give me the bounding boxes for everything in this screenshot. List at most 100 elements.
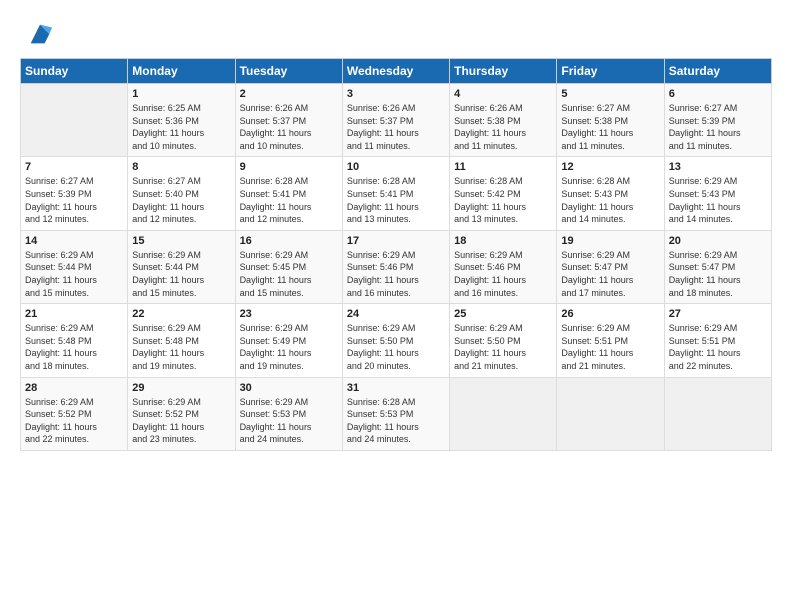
day-number: 3 — [347, 88, 445, 100]
day-info: Sunrise: 6:29 AM Sunset: 5:50 PM Dayligh… — [454, 322, 552, 372]
calendar-cell: 13 Sunrise: 6:29 AM Sunset: 5:43 PM Dayli… — [664, 157, 771, 230]
day-info: Sunrise: 6:26 AM Sunset: 5:37 PM Dayligh… — [347, 102, 445, 152]
calendar-cell: 11Sunrise: 6:28 AM Sunset: 5:42 PM Dayli… — [450, 157, 557, 230]
calendar-cell: 16 Sunrise: 6:29 AM Sunset: 5:45 PM Dayli… — [235, 230, 342, 303]
day-info: Sunrise: 6:29 AM Sunset: 5:49 PM Dayligh… — [240, 322, 338, 372]
day-number: 18 — [454, 235, 552, 247]
day-info: Sunrise: 6:29 AM Sunset: 5:52 PM Dayligh… — [132, 396, 230, 446]
header-row: SundayMondayTuesdayWednesdayThursdayFrid… — [21, 59, 772, 84]
calendar-cell: 5 Sunrise: 6:27 AM Sunset: 5:38 PM Daylig… — [557, 84, 664, 157]
header-day: Monday — [128, 59, 235, 84]
day-info: Sunrise: 6:28 AM Sunset: 5:41 PM Dayligh… — [347, 175, 445, 225]
day-info: Sunrise: 6:27 AM Sunset: 5:39 PM Dayligh… — [25, 175, 123, 225]
calendar-cell: 18Sunrise: 6:29 AM Sunset: 5:46 PM Dayli… — [450, 230, 557, 303]
day-number: 11 — [454, 161, 552, 173]
calendar-cell: 31Sunrise: 6:28 AM Sunset: 5:53 PM Dayli… — [342, 377, 449, 450]
day-info: Sunrise: 6:27 AM Sunset: 5:39 PM Dayligh… — [669, 102, 767, 152]
day-number: 20 — [669, 235, 767, 247]
day-number: 4 — [454, 88, 552, 100]
day-number: 29 — [132, 382, 230, 394]
day-number: 21 — [25, 308, 123, 320]
day-info: Sunrise: 6:27 AM Sunset: 5:38 PM Dayligh… — [561, 102, 659, 152]
week-row: 1Sunrise: 6:25 AM Sunset: 5:36 PM Daylig… — [21, 84, 772, 157]
calendar-cell — [450, 377, 557, 450]
day-number: 19 — [561, 235, 659, 247]
calendar-cell: 21 Sunrise: 6:29 AM Sunset: 5:48 PM Dayli… — [21, 304, 128, 377]
week-row: 7 Sunrise: 6:27 AM Sunset: 5:39 PM Daylig… — [21, 157, 772, 230]
day-info: Sunrise: 6:26 AM Sunset: 5:37 PM Dayligh… — [240, 102, 338, 152]
week-row: 21 Sunrise: 6:29 AM Sunset: 5:48 PM Dayli… — [21, 304, 772, 377]
day-number: 24 — [347, 308, 445, 320]
calendar-cell: 22 Sunrise: 6:29 AM Sunset: 5:48 PM Dayli… — [128, 304, 235, 377]
calendar-cell: 26 Sunrise: 6:29 AM Sunset: 5:51 PM Dayli… — [557, 304, 664, 377]
day-number: 31 — [347, 382, 445, 394]
day-number: 27 — [669, 308, 767, 320]
calendar-cell: 17 Sunrise: 6:29 AM Sunset: 5:46 PM Dayli… — [342, 230, 449, 303]
day-info: Sunrise: 6:28 AM Sunset: 5:41 PM Dayligh… — [240, 175, 338, 225]
calendar-cell: 15Sunrise: 6:29 AM Sunset: 5:44 PM Dayli… — [128, 230, 235, 303]
day-info: Sunrise: 6:29 AM Sunset: 5:46 PM Dayligh… — [347, 249, 445, 299]
header-day: Friday — [557, 59, 664, 84]
page: SundayMondayTuesdayWednesdayThursdayFrid… — [0, 0, 792, 612]
calendar-cell: 12Sunrise: 6:28 AM Sunset: 5:43 PM Dayli… — [557, 157, 664, 230]
header-day: Thursday — [450, 59, 557, 84]
calendar-cell: 28 Sunrise: 6:29 AM Sunset: 5:52 PM Dayli… — [21, 377, 128, 450]
calendar-cell: 10 Sunrise: 6:28 AM Sunset: 5:41 PM Dayli… — [342, 157, 449, 230]
header-day: Saturday — [664, 59, 771, 84]
calendar-cell: 4 Sunrise: 6:26 AM Sunset: 5:38 PM Daylig… — [450, 84, 557, 157]
day-info: Sunrise: 6:29 AM Sunset: 5:44 PM Dayligh… — [25, 249, 123, 299]
calendar-cell: 3 Sunrise: 6:26 AM Sunset: 5:37 PM Daylig… — [342, 84, 449, 157]
day-number: 7 — [25, 161, 123, 173]
calendar-cell: 1Sunrise: 6:25 AM Sunset: 5:36 PM Daylig… — [128, 84, 235, 157]
day-info: Sunrise: 6:29 AM Sunset: 5:43 PM Dayligh… — [669, 175, 767, 225]
calendar-cell: 14Sunrise: 6:29 AM Sunset: 5:44 PM Dayli… — [21, 230, 128, 303]
day-info: Sunrise: 6:29 AM Sunset: 5:45 PM Dayligh… — [240, 249, 338, 299]
calendar-table: SundayMondayTuesdayWednesdayThursdayFrid… — [20, 58, 772, 451]
day-info: Sunrise: 6:29 AM Sunset: 5:47 PM Dayligh… — [669, 249, 767, 299]
calendar-cell: 20 Sunrise: 6:29 AM Sunset: 5:47 PM Dayli… — [664, 230, 771, 303]
header-day: Sunday — [21, 59, 128, 84]
calendar-cell — [21, 84, 128, 157]
header — [20, 20, 772, 48]
day-info: Sunrise: 6:27 AM Sunset: 5:40 PM Dayligh… — [132, 175, 230, 225]
day-number: 26 — [561, 308, 659, 320]
day-number: 2 — [240, 88, 338, 100]
day-number: 10 — [347, 161, 445, 173]
day-number: 22 — [132, 308, 230, 320]
day-info: Sunrise: 6:29 AM Sunset: 5:51 PM Dayligh… — [561, 322, 659, 372]
calendar-cell: 30 Sunrise: 6:29 AM Sunset: 5:53 PM Dayli… — [235, 377, 342, 450]
day-number: 17 — [347, 235, 445, 247]
day-info: Sunrise: 6:29 AM Sunset: 5:52 PM Dayligh… — [25, 396, 123, 446]
calendar-cell: 8Sunrise: 6:27 AM Sunset: 5:40 PM Daylig… — [128, 157, 235, 230]
logo — [20, 20, 54, 48]
day-number: 15 — [132, 235, 230, 247]
calendar-cell: 6Sunrise: 6:27 AM Sunset: 5:39 PM Daylig… — [664, 84, 771, 157]
day-number: 16 — [240, 235, 338, 247]
day-number: 25 — [454, 308, 552, 320]
calendar-cell: 9 Sunrise: 6:28 AM Sunset: 5:41 PM Daylig… — [235, 157, 342, 230]
day-number: 13 — [669, 161, 767, 173]
day-info: Sunrise: 6:26 AM Sunset: 5:38 PM Dayligh… — [454, 102, 552, 152]
day-number: 30 — [240, 382, 338, 394]
day-info: Sunrise: 6:29 AM Sunset: 5:53 PM Dayligh… — [240, 396, 338, 446]
calendar-cell: 29 Sunrise: 6:29 AM Sunset: 5:52 PM Dayli… — [128, 377, 235, 450]
calendar-cell: 2 Sunrise: 6:26 AM Sunset: 5:37 PM Daylig… — [235, 84, 342, 157]
calendar-cell: 7 Sunrise: 6:27 AM Sunset: 5:39 PM Daylig… — [21, 157, 128, 230]
day-info: Sunrise: 6:29 AM Sunset: 5:51 PM Dayligh… — [669, 322, 767, 372]
header-day: Tuesday — [235, 59, 342, 84]
calendar-cell — [664, 377, 771, 450]
calendar-cell: 25 Sunrise: 6:29 AM Sunset: 5:50 PM Dayli… — [450, 304, 557, 377]
calendar-cell: 19Sunrise: 6:29 AM Sunset: 5:47 PM Dayli… — [557, 230, 664, 303]
day-number: 1 — [132, 88, 230, 100]
day-number: 12 — [561, 161, 659, 173]
week-row: 14Sunrise: 6:29 AM Sunset: 5:44 PM Dayli… — [21, 230, 772, 303]
day-number: 28 — [25, 382, 123, 394]
day-number: 9 — [240, 161, 338, 173]
calendar-cell: 23Sunrise: 6:29 AM Sunset: 5:49 PM Dayli… — [235, 304, 342, 377]
calendar-cell: 24Sunrise: 6:29 AM Sunset: 5:50 PM Dayli… — [342, 304, 449, 377]
day-info: Sunrise: 6:29 AM Sunset: 5:48 PM Dayligh… — [25, 322, 123, 372]
day-number: 5 — [561, 88, 659, 100]
day-info: Sunrise: 6:29 AM Sunset: 5:48 PM Dayligh… — [132, 322, 230, 372]
logo-icon — [26, 20, 54, 48]
calendar-cell: 27 Sunrise: 6:29 AM Sunset: 5:51 PM Dayli… — [664, 304, 771, 377]
